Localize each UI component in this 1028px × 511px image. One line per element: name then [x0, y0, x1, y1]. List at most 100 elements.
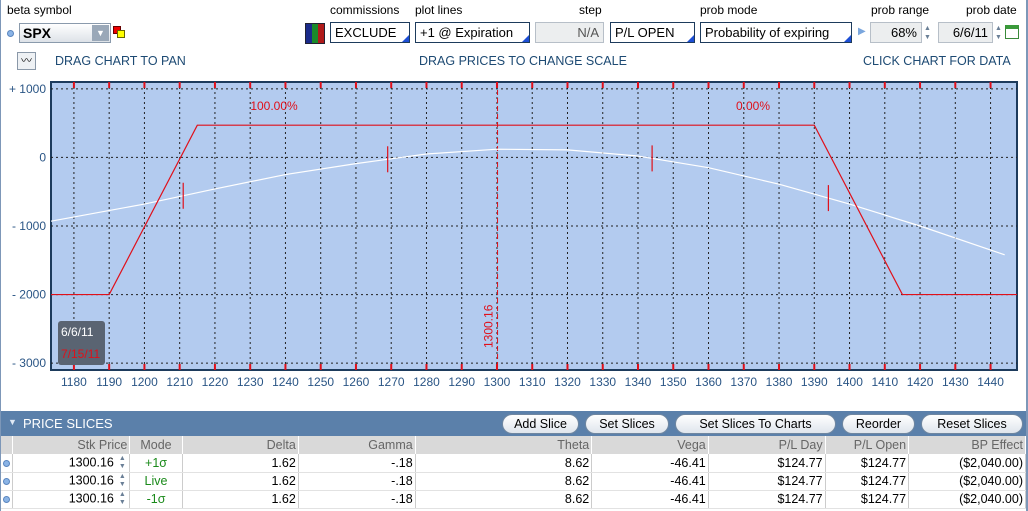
reset-slices-button[interactable]: Reset Slices — [921, 414, 1023, 434]
x-tick-label: 1410 — [871, 375, 898, 389]
y-tick-label: 0 — [39, 150, 46, 164]
x-tick-label: 1340 — [625, 375, 652, 389]
x-tick-label: 1200 — [131, 375, 158, 389]
col-pl-day[interactable]: P/L Day — [708, 436, 826, 454]
color-picker-icon[interactable] — [113, 26, 125, 38]
cell-pl-open: $124.77 — [825, 490, 910, 509]
cell-vega: -46.41 — [591, 454, 709, 473]
prob-range-field[interactable]: 68% — [870, 22, 922, 43]
x-tick-label: 1180 — [61, 375, 87, 389]
cell-pl-day: $124.77 — [708, 472, 826, 491]
plot-lines-select[interactable]: +1 @ Expiration — [415, 22, 530, 43]
cell-pl-open: $124.77 — [825, 454, 910, 473]
collapse-icon[interactable]: ▼ — [8, 417, 17, 427]
cell-stk-price[interactable]: 1300.16 ▲ ▼ — [12, 490, 131, 509]
cell-bp-effect: ($2,040.00) — [908, 490, 1026, 509]
set-slices-to-charts-button[interactable]: Set Slices To Charts — [675, 414, 836, 434]
cell-mode: Live — [129, 472, 183, 491]
chart-type-icon[interactable]: 〰 — [17, 52, 36, 70]
x-tick-label: 1290 — [448, 375, 475, 389]
x-tick-label: 1270 — [378, 375, 405, 389]
cell-theta: 8.62 — [415, 472, 593, 491]
cell-vega: -46.41 — [591, 472, 709, 491]
current-price-label: 1300.16 — [482, 304, 496, 348]
reorder-button[interactable]: Reorder — [842, 414, 915, 434]
add-slice-button[interactable]: Add Slice — [502, 414, 579, 434]
beta-symbol-label: beta symbol — [7, 3, 72, 17]
cell-mode: +1σ — [129, 454, 183, 473]
slice-row[interactable]: 1300.16 ▲ ▼ +1σ 1.62 -.18 8.62 -46.41 $124.77 $1… — [1, 454, 1026, 473]
color-grid-icon[interactable] — [305, 23, 325, 44]
legend-date-today: 6/6/11 — [61, 325, 94, 339]
prob-date-field[interactable]: 6/6/11 — [938, 22, 993, 43]
cell-gamma: -.18 — [298, 490, 416, 509]
col-delta[interactable]: Delta — [182, 436, 299, 454]
cell-mode: -1σ — [129, 490, 183, 509]
x-tick-label: 1210 — [166, 375, 193, 389]
x-tick-label: 1430 — [942, 375, 969, 389]
price-stepper[interactable]: ▲ ▼ — [117, 491, 127, 507]
cell-gamma: -.18 — [298, 454, 416, 473]
price-slices-title: PRICE SLICES — [23, 416, 113, 431]
x-tick-label: 1280 — [413, 375, 440, 389]
data-hint: CLICK CHART FOR DATA — [863, 54, 1011, 68]
prob-range-stepper[interactable]: ▲ ▼ — [923, 24, 932, 42]
legend-date-expiration: 7/15/11 — [61, 347, 100, 361]
slice-select-dot-icon[interactable] — [3, 478, 11, 485]
x-tick-label: 1350 — [660, 375, 687, 389]
x-tick-label: 1320 — [554, 375, 581, 389]
set-slices-button[interactable]: Set Slices — [585, 414, 669, 434]
x-tick-label: 1400 — [836, 375, 863, 389]
cell-gamma: -.18 — [298, 472, 416, 491]
step-field[interactable]: N/A — [535, 22, 604, 43]
col-gamma[interactable]: Gamma — [298, 436, 416, 454]
x-tick-label: 1220 — [202, 375, 229, 389]
price-stepper[interactable]: ▲ ▼ — [117, 473, 127, 489]
x-tick-label: 1190 — [96, 375, 122, 389]
pl-chart[interactable]: 1180 1190 1200 1210 1220 1230 1240 1250 1260 1270… — [1, 78, 1026, 408]
cell-bp-effect: ($2,040.00) — [908, 472, 1026, 491]
x-tick-label: 1390 — [801, 375, 828, 389]
prob-range-label: prob range — [871, 3, 930, 17]
beta-symbol-select[interactable]: SPX ▼ — [19, 23, 111, 43]
slice-select-dot-icon[interactable] — [3, 459, 11, 467]
x-tick-label: 1330 — [589, 375, 616, 389]
price-slices-header: ▼ PRICE SLICES Add Slice Set Slices Set … — [1, 411, 1026, 436]
col-mode[interactable]: Mode — [129, 436, 183, 454]
expand-arrow-icon[interactable]: ▶ — [858, 26, 866, 37]
x-tick-label: 1370 — [730, 375, 757, 389]
x-tick-label: 1240 — [272, 375, 299, 389]
x-tick-label: 1440 — [977, 375, 1004, 389]
beta-symbol-value: SPX — [23, 25, 52, 41]
cell-bp-effect: ($2,040.00) — [908, 454, 1026, 473]
col-stk-price[interactable]: Stk Price — [12, 436, 131, 454]
cell-pl-day: $124.77 — [708, 490, 826, 509]
prob-mode-select[interactable]: Probability of expiring — [700, 22, 852, 43]
x-tick-label: 1420 — [907, 375, 934, 389]
cell-vega: -46.41 — [591, 490, 709, 509]
col-theta[interactable]: Theta — [415, 436, 593, 454]
cell-stk-price[interactable]: 1300.16 ▲ ▼ — [12, 472, 131, 491]
col-bp-effect[interactable]: BP Effect — [908, 436, 1026, 454]
price-stepper[interactable]: ▲ ▼ — [117, 455, 127, 471]
slice-row[interactable]: 1300.16 ▲ ▼ -1σ 1.62 -.18 8.62 -46.41 $124.77 $1… — [1, 490, 1026, 509]
x-tick-label: 1300 — [484, 375, 511, 389]
slice-select-dot-icon[interactable] — [3, 496, 11, 503]
y-tick-label: - 3000 — [12, 356, 46, 370]
commissions-label: commissions — [330, 3, 400, 17]
price-slices-table: Stk Price Mode Delta Gamma Theta Vega P/… — [1, 436, 1026, 509]
link-dot-icon — [7, 30, 14, 37]
pl-select[interactable]: P/L OPEN — [610, 22, 695, 43]
y-tick-label: - 2000 — [12, 288, 46, 302]
col-vega[interactable]: Vega — [591, 436, 709, 454]
slice-row[interactable]: 1300.16 ▲ ▼ Live 1.62 -.18 8.62 -46.41 $124.77 $… — [1, 472, 1026, 491]
prob-mode-label: prob mode — [700, 3, 758, 17]
cell-stk-price[interactable]: 1300.16 ▲ ▼ — [12, 454, 131, 473]
prob-right-label: 0.00% — [736, 99, 770, 113]
prob-left-label: 100.00% — [250, 99, 298, 113]
prob-date-stepper[interactable]: ▲ ▼ — [994, 24, 1003, 42]
col-pl-open[interactable]: P/L Open — [825, 436, 910, 454]
commissions-select[interactable]: EXCLUDE — [330, 22, 410, 43]
step-label: step — [579, 3, 602, 17]
calendar-icon[interactable] — [1005, 25, 1019, 39]
